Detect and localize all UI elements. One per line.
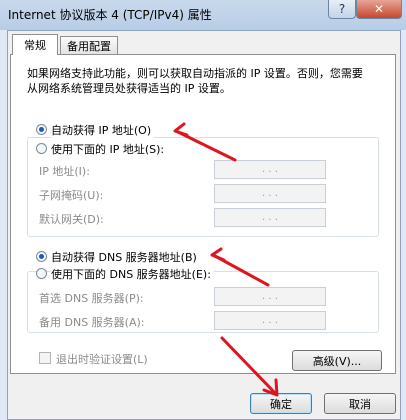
subnet-mask-field[interactable]: . . . [214,184,326,203]
window-title: Internet 协议版本 4 (TCP/IPv4) 属性 [8,8,212,22]
help-button[interactable]: ? [328,0,356,19]
preferred-dns-field[interactable]: . . . [214,287,326,306]
subnet-mask-label: 子网掩码(U): [39,189,104,202]
description-text: 如果网络支持此功能，则可以获取自动指派的 IP 设置。否则，您需要从网络系统管理… [27,67,363,95]
dns-manual-radio[interactable] [36,268,47,279]
close-icon: ✕ [373,2,385,16]
alternate-dns-label: 备用 DNS 服务器(A): [39,316,145,329]
help-icon: ? [338,2,346,16]
tab-alternate-config[interactable]: 备用配置 [60,36,118,55]
ip-auto-radio[interactable] [36,124,47,135]
ip-manual-label: 使用下面的 IP 地址(S): [51,141,168,157]
tab-general-label: 常规 [24,39,46,52]
preferred-dns-label: 首选 DNS 服务器(P): [39,292,144,305]
ok-button[interactable]: 确定 [250,393,312,414]
dns-auto-label: 自动获得 DNS 服务器地址(B) [51,251,197,264]
tab-general[interactable]: 常规 [12,34,58,55]
tab-alternate-config-label: 备用配置 [67,40,111,53]
ip-address-label: IP 地址(I): [39,165,90,178]
validate-checkbox[interactable] [39,352,51,364]
ip-manual-radio[interactable] [36,143,47,154]
alternate-dns-field[interactable]: . . . [214,311,326,330]
close-button[interactable]: ✕ [356,0,402,19]
validate-label: 退出时验证设置(L) [56,353,148,366]
dns-auto-radio[interactable] [36,251,47,262]
ip-auto-label: 自动获得 IP 地址(O) [51,122,155,138]
default-gateway-label: 默认网关(D): [39,213,104,226]
advanced-button[interactable]: 高级(V)... [292,350,382,371]
ip-address-field[interactable]: . . . [214,160,326,179]
dns-manual-label: 使用下面的 DNS 服务器地址(E): [51,266,214,282]
cancel-button[interactable]: 取消 [324,393,396,414]
default-gateway-field[interactable]: . . . [214,208,326,227]
